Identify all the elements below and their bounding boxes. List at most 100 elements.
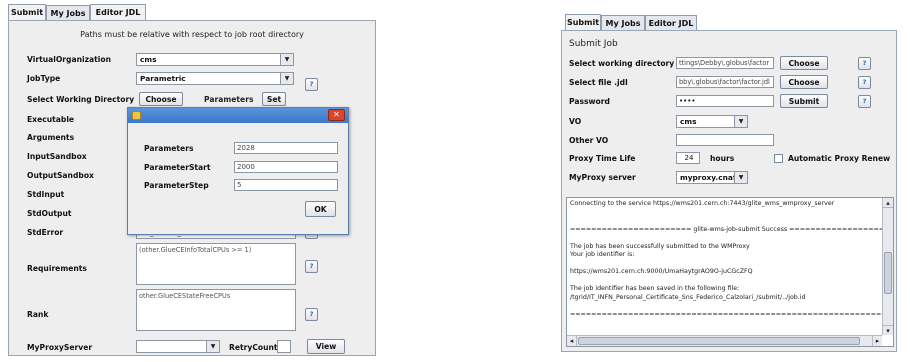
jobtype-select[interactable]: Parametric ▼ — [136, 72, 294, 85]
left-tab-myjobs[interactable]: My Jobs — [46, 5, 90, 21]
vo-select[interactable]: cms ▼ — [676, 115, 748, 128]
password-label: Password — [569, 97, 610, 106]
scroll-left-icon[interactable]: ◂ — [567, 336, 577, 346]
view-button[interactable]: View — [307, 339, 345, 354]
console-line: Your job identifier is: — [570, 251, 635, 258]
vo-label: VO — [569, 117, 582, 126]
close-icon[interactable]: ✕ — [328, 109, 345, 121]
myproxyserver-label: MyProxyServer — [27, 343, 93, 352]
scroll-down-icon[interactable]: ▾ — [883, 325, 893, 335]
dialog-titlebar[interactable]: ✕ — [128, 108, 348, 123]
vertical-scrollbar[interactable]: ▴ ▾ — [882, 198, 893, 335]
retrycount-label: RetryCount — [229, 343, 278, 352]
jdl-help-button[interactable]: ? — [858, 76, 871, 89]
arguments-label: Arguments — [27, 133, 75, 142]
hours-label: hours — [710, 154, 735, 163]
chevron-down-icon: ▼ — [280, 54, 293, 65]
stderror-label: StdError — [27, 228, 64, 237]
vo-value: cms — [680, 117, 697, 126]
stdoutput-label: StdOutput — [27, 209, 72, 218]
myproxy-select[interactable]: myproxy.cnaf.inf...▼ — [676, 171, 748, 184]
parameters-label: Parameters — [204, 95, 254, 104]
vo-label: VirtualOrganization — [27, 55, 112, 64]
console-line: Connecting to the service https://wms201… — [570, 200, 835, 207]
jobtype-label: JobType — [27, 74, 61, 83]
chevron-down-icon: ▼ — [280, 73, 293, 84]
requirements-help-button[interactable]: ? — [305, 260, 318, 273]
scroll-thumb[interactable] — [884, 252, 892, 294]
autorenew-checkbox[interactable] — [774, 154, 783, 163]
rank-label: Rank — [27, 310, 49, 319]
left-panel: Paths must be relative with respect to j… — [8, 20, 376, 356]
right-tab-myjobs[interactable]: My Jobs — [601, 15, 645, 31]
jdl-field[interactable]: bby\.globus\factor\factor.jdl — [676, 76, 774, 88]
stdinput-label: StdInput — [27, 190, 65, 199]
right-tab-submit[interactable]: Submit — [565, 14, 601, 31]
inputsandbox-label: InputSandbox — [27, 152, 87, 161]
right-window: Submit My Jobs Editor JDL Submit Job Sel… — [548, 4, 906, 358]
parameters-dialog: ✕ Parameters 2028 ParameterStart 2000 Pa… — [127, 107, 349, 235]
vo-select[interactable]: cms ▼ — [136, 53, 294, 66]
dialog-ok-button[interactable]: OK — [305, 201, 336, 217]
dialog-start-label: ParameterStart — [144, 163, 211, 172]
chevron-down-icon: ▼ — [734, 172, 747, 183]
output-console[interactable]: Connecting to the service https://wms201… — [566, 197, 894, 347]
console-line: /tgrid/IT_INFN_Personal_Certificate_Sns_… — [570, 293, 806, 301]
othervo-field[interactable] — [676, 134, 774, 146]
rank-field[interactable]: other.GlueCEStateFreeCPUs — [136, 289, 296, 331]
left-tab-submit[interactable]: Submit — [8, 4, 46, 21]
jobtype-help-button[interactable]: ? — [305, 78, 318, 91]
dialog-parameters-label: Parameters — [144, 144, 194, 153]
jobtype-value: Parametric — [140, 74, 186, 83]
right-tab-editorjdl[interactable]: Editor JDL — [645, 15, 697, 31]
dialog-parameters-field[interactable]: 2028 — [234, 142, 338, 154]
java-cup-icon — [132, 111, 141, 120]
choose-workdir-button[interactable]: Choose — [780, 56, 828, 70]
password-field[interactable]: •••• — [676, 95, 774, 107]
myproxyserver-select[interactable]: ▼ — [136, 340, 220, 353]
dialog-step-label: ParameterStep — [144, 181, 209, 190]
right-panel: Submit Job Select working directory ttin… — [561, 30, 897, 352]
workdir-label: Select Working Directory — [27, 95, 135, 104]
scroll-right-icon[interactable]: ▸ — [872, 336, 882, 346]
password-help-button[interactable]: ? — [858, 95, 871, 108]
choose-button[interactable]: Choose — [139, 92, 183, 106]
workdir-help-button[interactable]: ? — [858, 57, 871, 70]
jdl-label: Select file .jdl — [569, 78, 628, 87]
othervo-label: Other VO — [569, 136, 609, 145]
console-line: The job has been successfully submitted … — [570, 242, 750, 250]
scroll-up-icon[interactable]: ▴ — [883, 198, 893, 208]
requirements-field[interactable]: (other.GlueCEInfoTotalCPUs >= 1) — [136, 243, 296, 285]
proxylife-label: Proxy Time Life — [569, 154, 636, 163]
console-line: ======================= glite-wms-job-su… — [570, 225, 894, 233]
requirements-label: Requirements — [27, 264, 87, 273]
executable-label: Executable — [27, 115, 75, 124]
dialog-step-field[interactable]: 5 — [234, 179, 338, 191]
horizontal-scrollbar[interactable]: ◂ ▸ — [567, 335, 882, 346]
vo-value: cms — [140, 55, 157, 64]
left-window: Submit My Jobs Editor JDL Paths must be … — [4, 4, 380, 358]
set-button[interactable]: Set — [262, 92, 286, 106]
console-lines: Connecting to the service https://wms201… — [567, 200, 894, 319]
console-line: The job identifier has been saved in the… — [570, 285, 740, 292]
choose-jdl-button[interactable]: Choose — [780, 75, 828, 89]
autorenew-label: Automatic Proxy Renew — [788, 154, 891, 163]
left-tab-editorjdl[interactable]: Editor JDL — [90, 4, 146, 21]
dialog-start-field[interactable]: 2000 — [234, 161, 338, 173]
retrycount-field[interactable] — [277, 340, 291, 353]
workdir-field[interactable]: ttings\Debby\.globus\factor — [676, 57, 774, 69]
proxylife-field[interactable]: 24 — [676, 152, 700, 164]
chevron-down-icon: ▼ — [734, 116, 747, 127]
hscroll-thumb[interactable] — [578, 337, 860, 345]
submit-button[interactable]: Submit — [780, 94, 828, 108]
paths-note: Paths must be relative with respect to j… — [80, 30, 304, 39]
myproxy-label: MyProxy server — [569, 173, 636, 182]
rank-help-button[interactable]: ? — [305, 308, 318, 321]
console-line: ========================================… — [570, 310, 893, 318]
